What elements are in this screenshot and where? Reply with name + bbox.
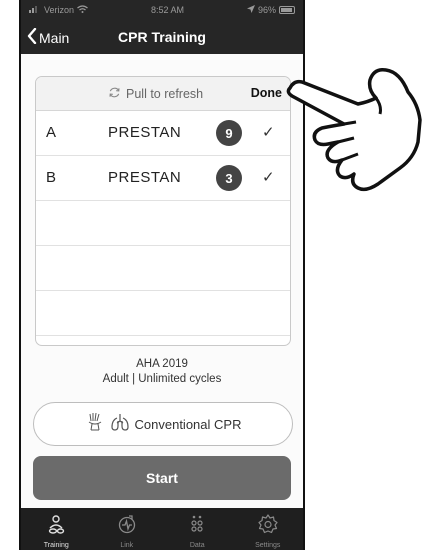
phone-screen: Verizon 8:52 AM 96% Main CPR Training Pu…	[19, 0, 305, 550]
start-button[interactable]: Start	[33, 456, 291, 500]
tab-bar: Training Link Data Settings	[21, 508, 303, 550]
lungs-icon	[110, 412, 130, 437]
tab-link[interactable]: Link	[97, 508, 157, 550]
chevron-left-icon	[27, 27, 37, 47]
status-time: 8:52 AM	[150, 5, 185, 15]
link-icon	[116, 513, 138, 540]
row-letter: A	[46, 124, 57, 141]
tab-label: Settings	[255, 542, 281, 549]
table-row[interactable]: A PRESTAN 9 ✓	[36, 111, 290, 156]
back-label: Main	[39, 29, 70, 46]
battery-icon	[278, 6, 295, 14]
signal-icon	[29, 5, 41, 15]
refresh-icon	[108, 86, 121, 102]
settings-icon	[257, 513, 279, 540]
tab-data[interactable]: Data	[167, 508, 227, 550]
empty-row	[36, 291, 290, 336]
row-letter: B	[46, 169, 57, 186]
cpr-mode-label: Conventional CPR	[134, 416, 242, 432]
training-icon	[45, 513, 67, 540]
manikin-name: PRESTAN	[108, 124, 182, 141]
carrier-name: Verizon	[44, 5, 75, 15]
back-button[interactable]: Main	[27, 27, 70, 47]
done-button[interactable]: Done	[251, 86, 282, 100]
tab-label: Training	[43, 542, 69, 549]
carrier-status: Verizon	[29, 5, 88, 15]
mode-label: Adult | Unlimited cycles	[102, 373, 222, 385]
pull-to-refresh[interactable]: Pull to refresh	[108, 86, 203, 102]
count-badge: 9	[216, 120, 242, 146]
guideline-label: AHA 2019	[136, 358, 188, 370]
empty-row	[36, 246, 290, 291]
checkmark-icon: ✓	[262, 124, 275, 141]
count-badge: 3	[216, 165, 242, 191]
tab-label: Link	[120, 542, 134, 549]
empty-row	[36, 201, 290, 246]
tab-label: Data	[189, 542, 205, 549]
wifi-icon	[77, 5, 88, 15]
battery-status: 96%	[246, 5, 295, 15]
manikin-table: Pull to refresh Done A PRESTAN 9 ✓ B PRE…	[35, 76, 291, 346]
checkmark-icon: ✓	[262, 169, 275, 186]
compression-hands-icon	[85, 412, 105, 437]
navigation-bar: Main CPR Training	[21, 20, 303, 54]
manikin-name: PRESTAN	[108, 169, 182, 186]
refresh-label: Pull to refresh	[126, 87, 204, 101]
tab-settings[interactable]: Settings	[238, 508, 298, 550]
tab-training[interactable]: Training	[26, 508, 86, 550]
refresh-row[interactable]: Pull to refresh Done	[36, 77, 290, 111]
data-icon	[186, 513, 208, 540]
status-bar: Verizon 8:52 AM 96%	[21, 0, 303, 20]
battery-percent: 96%	[257, 5, 276, 15]
location-icon	[246, 5, 255, 15]
pointing-hand-icon	[286, 67, 422, 192]
table-row[interactable]: B PRESTAN 3 ✓	[36, 156, 290, 201]
cpr-mode-button[interactable]: Conventional CPR	[33, 402, 293, 446]
